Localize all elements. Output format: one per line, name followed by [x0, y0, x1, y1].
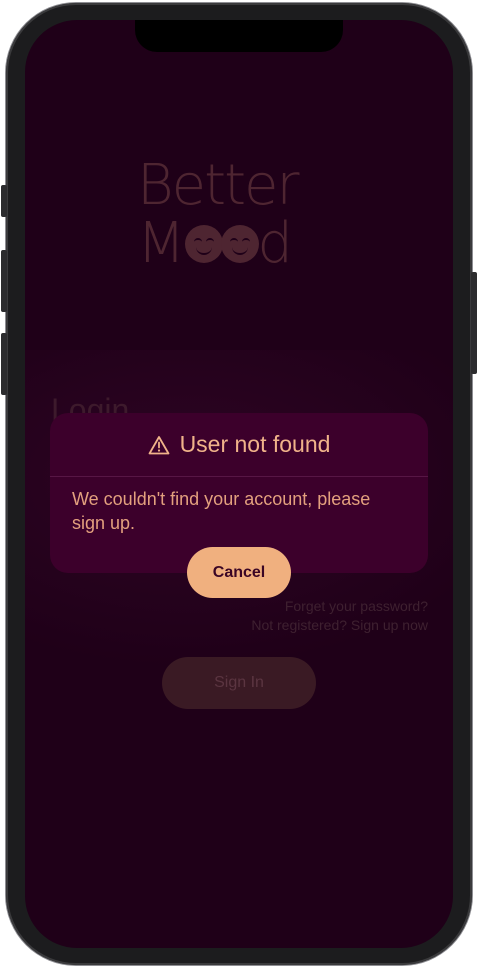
logo-letter-d: d [257, 211, 293, 276]
alert-message: We couldn't find your account, please si… [72, 489, 371, 533]
alert-header: User not found [50, 413, 428, 477]
alert-title: User not found [179, 431, 331, 457]
cancel-button[interactable]: Cancel [187, 547, 291, 598]
mood-faces [185, 225, 260, 263]
app-screen: Better M d Login Forget your password? N… [25, 20, 453, 948]
sign-up-link[interactable]: Not registered? Sign up now [251, 617, 428, 633]
power-button [471, 272, 477, 374]
volume-down-button [1, 333, 7, 395]
warning-triangle-icon [148, 435, 169, 454]
mute-switch [1, 185, 7, 217]
forgot-password-link[interactable]: Forget your password? [285, 598, 428, 614]
face-content-icon [221, 225, 260, 263]
notch [135, 20, 343, 52]
face-calm-icon [185, 225, 224, 263]
logo-letter-m: M [137, 211, 185, 276]
sign-in-button[interactable]: Sign In [162, 657, 316, 709]
better-mood-logo: Better M d [137, 158, 343, 282]
logo-text-line1: Better [137, 153, 300, 218]
volume-up-button [1, 250, 7, 312]
logo-text-line2: M d [137, 216, 343, 272]
